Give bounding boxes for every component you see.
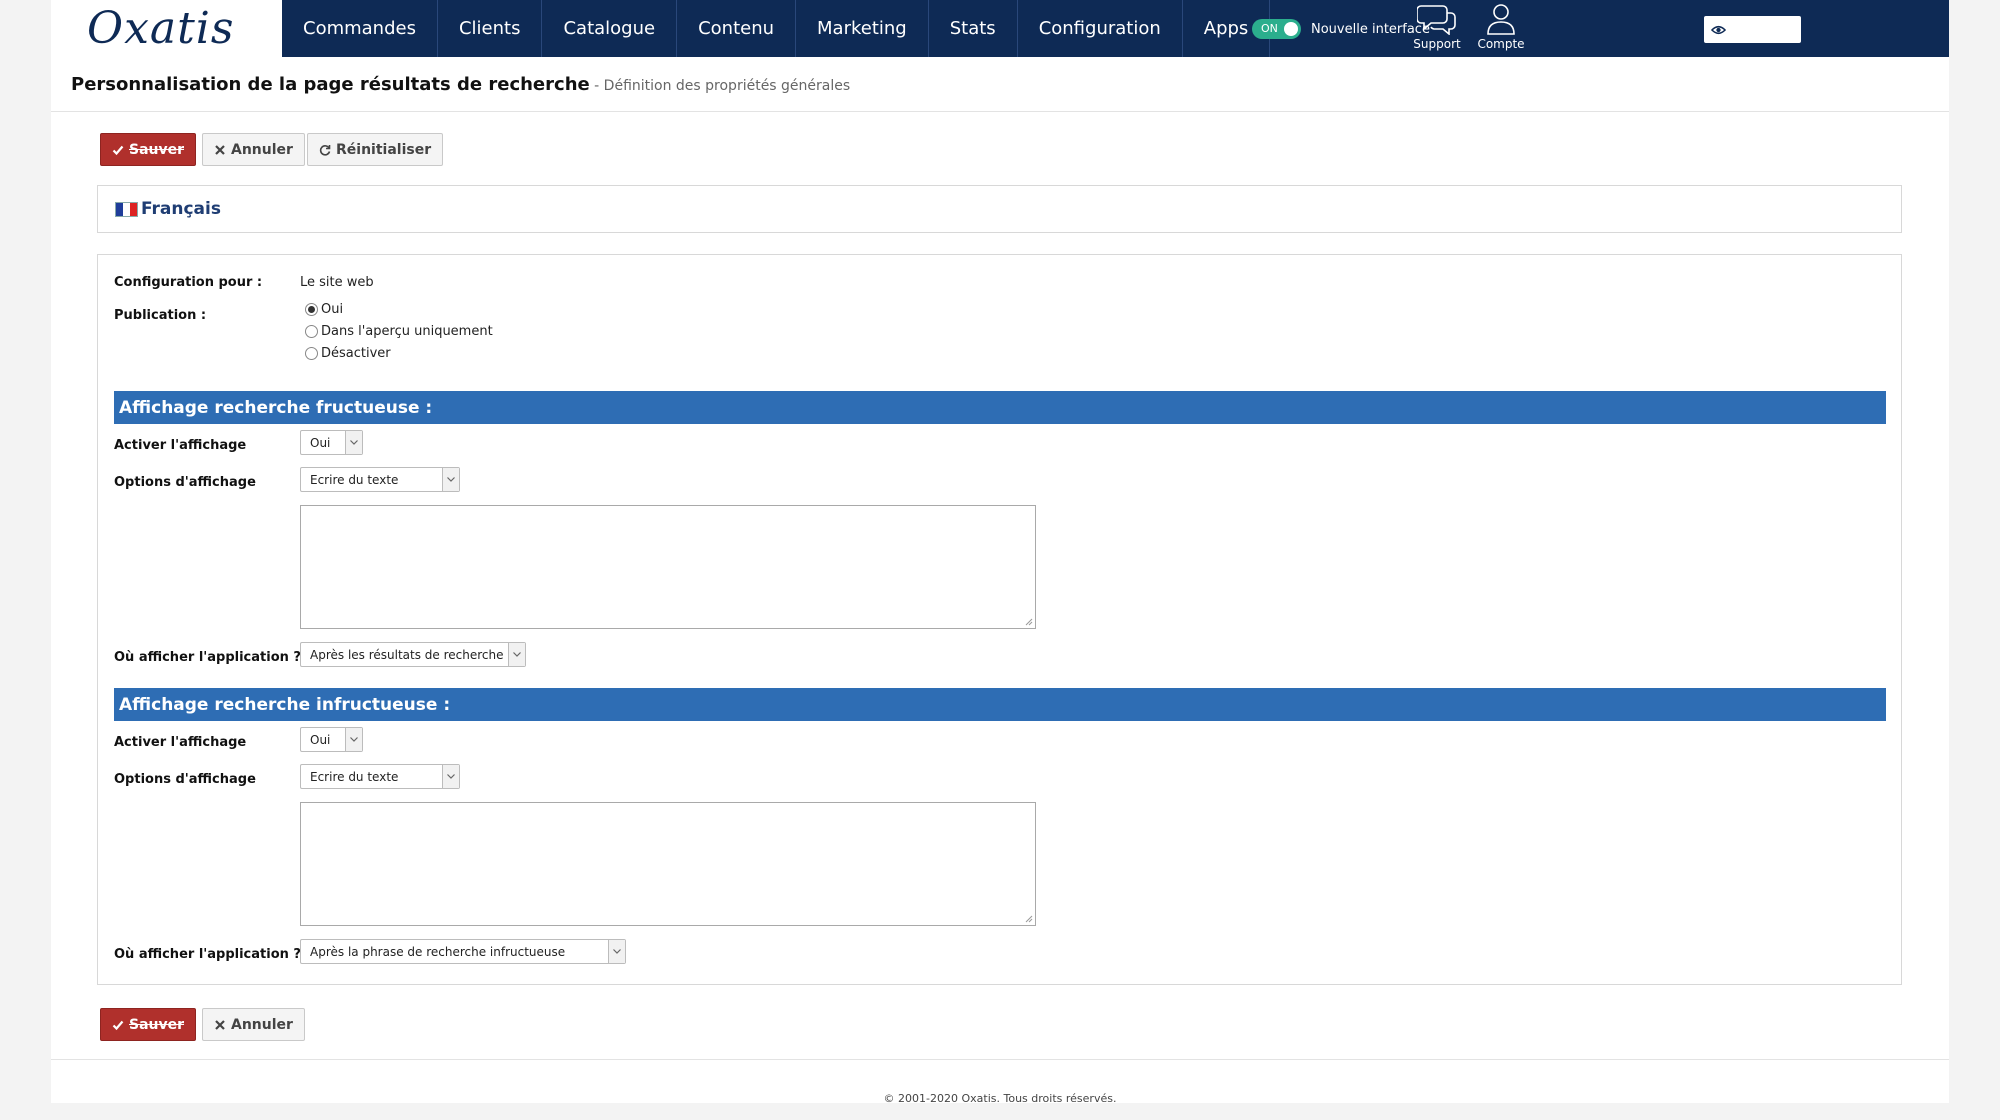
save-label: Sauver: [129, 141, 185, 158]
failure-options-value: Ecrire du texte: [310, 769, 399, 784]
form-panel: Configuration pour : Le site web Publica…: [97, 254, 1902, 985]
cancel-button-bottom[interactable]: Annuler: [202, 1008, 305, 1041]
publication-option-disable[interactable]: Désactiver: [305, 346, 391, 361]
close-icon: [215, 1019, 225, 1030]
success-where-select[interactable]: Après les résultats de recherche: [300, 642, 526, 667]
chevron-down-icon: [608, 940, 625, 963]
success-text-area[interactable]: [300, 505, 1036, 629]
toggle-state-label: ON: [1261, 22, 1278, 35]
resize-grip-icon[interactable]: [1025, 915, 1033, 923]
config-for-label: Configuration pour :: [114, 275, 263, 290]
support-button[interactable]: Support: [1407, 2, 1467, 56]
check-icon: [112, 1020, 124, 1030]
page-title-text: Personnalisation de la page résultats de…: [71, 74, 590, 95]
radio-oui[interactable]: [305, 303, 318, 316]
success-enable-label: Activer l'affichage: [114, 438, 247, 453]
section-success-header: Affichage recherche fructueuse :: [114, 391, 1886, 424]
logo[interactable]: Oxatis: [51, 0, 282, 57]
preview-button[interactable]: [1704, 16, 1801, 43]
failure-options-select[interactable]: Ecrire du texte: [300, 764, 460, 789]
toggle-switch[interactable]: ON: [1252, 19, 1301, 39]
radio-disable-label: Désactiver: [321, 346, 391, 361]
user-icon: [1487, 4, 1515, 35]
chevron-down-icon: [442, 468, 459, 491]
save-button-top[interactable]: Sauver: [100, 133, 197, 166]
radio-disable[interactable]: [305, 347, 318, 360]
publication-option-preview[interactable]: Dans l'aperçu uniquement: [305, 324, 493, 339]
toggle-knob: [1284, 22, 1298, 36]
nav-item-clients[interactable]: Clients: [438, 0, 543, 57]
publication-option-oui[interactable]: Oui: [305, 302, 343, 317]
nav-item-stats[interactable]: Stats: [929, 0, 1018, 57]
failure-where-select[interactable]: Après la phrase de recherche infructueus…: [300, 939, 626, 964]
save-button-bottom[interactable]: Sauver: [100, 1008, 197, 1041]
chat-bubbles-icon: [1417, 5, 1456, 35]
nav-item-marketing[interactable]: Marketing: [796, 0, 929, 57]
chevron-down-icon: [345, 728, 362, 751]
success-where-value: Après les résultats de recherche: [310, 647, 504, 662]
failure-options-label: Options d'affichage: [114, 772, 256, 787]
main-menu: Commandes Clients Catalogue Contenu Mark…: [282, 0, 1271, 57]
radio-preview-only[interactable]: [305, 325, 318, 338]
failure-enable-label: Activer l'affichage: [114, 735, 247, 750]
success-options-value: Ecrire du texte: [310, 472, 399, 487]
eye-icon: [1711, 25, 1726, 34]
account-button[interactable]: Compte: [1471, 2, 1531, 56]
success-where-label: Où afficher l'application ?: [114, 650, 301, 665]
language-bar: Français: [97, 185, 1902, 233]
footer-divider: [51, 1059, 1949, 1060]
header-divider: [51, 111, 1949, 112]
section-failure-header: Affichage recherche infructueuse :: [114, 688, 1886, 721]
page-title: Personnalisation de la page résultats de…: [71, 74, 850, 95]
refresh-icon: [319, 144, 331, 156]
page: Oxatis Commandes Clients Catalogue Conte…: [51, 0, 1949, 1105]
logo-text: Oxatis: [87, 2, 235, 54]
config-for-value: Le site web: [300, 275, 374, 290]
chevron-down-icon: [345, 431, 362, 454]
save-label: Sauver: [129, 1016, 185, 1033]
nav-item-catalogue[interactable]: Catalogue: [542, 0, 678, 57]
chevron-down-icon: [508, 643, 525, 666]
radio-oui-label: Oui: [321, 302, 344, 317]
failure-text-area[interactable]: [300, 802, 1036, 926]
new-interface-toggle[interactable]: ON Nouvelle interface: [1252, 19, 1430, 39]
nav-item-configuration[interactable]: Configuration: [1018, 0, 1183, 57]
account-label: Compte: [1477, 37, 1525, 51]
reset-label: Réinitialiser: [336, 141, 432, 158]
resize-grip-icon[interactable]: [1025, 618, 1033, 626]
chevron-down-icon: [442, 765, 459, 788]
failure-where-value: Après la phrase de recherche infructueus…: [310, 944, 566, 959]
support-label: Support: [1413, 37, 1461, 51]
radio-preview-label: Dans l'aperçu uniquement: [321, 324, 493, 339]
failure-enable-select[interactable]: Oui: [300, 727, 363, 752]
cancel-label: Annuler: [231, 1016, 293, 1033]
failure-where-label: Où afficher l'application ?: [114, 947, 301, 962]
publication-label: Publication :: [114, 308, 207, 323]
success-enable-value: Oui: [310, 435, 331, 450]
success-options-label: Options d'affichage: [114, 475, 256, 490]
fr-flag-icon: [115, 201, 138, 217]
reset-button[interactable]: Réinitialiser: [307, 133, 444, 166]
cancel-label: Annuler: [231, 141, 293, 158]
nav-item-contenu[interactable]: Contenu: [677, 0, 797, 57]
success-options-select[interactable]: Ecrire du texte: [300, 467, 460, 492]
failure-enable-value: Oui: [310, 732, 331, 747]
footer-copyright: © 2001-2020 Oxatis. Tous droits réservés…: [883, 1092, 1117, 1105]
top-navigation: Oxatis Commandes Clients Catalogue Conte…: [51, 0, 1949, 57]
language-name: Français: [141, 199, 221, 219]
success-enable-select[interactable]: Oui: [300, 430, 363, 455]
nav-item-commandes[interactable]: Commandes: [282, 0, 438, 57]
close-icon: [215, 144, 225, 155]
cancel-button-top[interactable]: Annuler: [202, 133, 305, 166]
page-subtitle: - Définition des propriétés générales: [589, 78, 851, 94]
check-icon: [112, 145, 124, 155]
